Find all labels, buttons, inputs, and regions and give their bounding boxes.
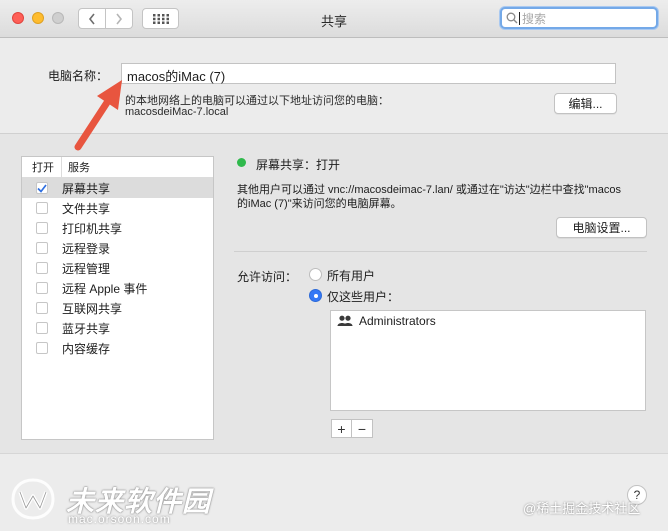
- text-caret: [519, 11, 520, 25]
- computer-name-input[interactable]: macos的iMac (7): [121, 63, 616, 84]
- remove-user-button[interactable]: −: [352, 419, 373, 438]
- service-rows: 屏幕共享文件共享打印机共享远程登录远程管理远程 Apple 事件 互联网共享蓝牙共…: [22, 178, 213, 358]
- service-row[interactable]: 屏幕共享: [22, 178, 213, 198]
- service-checkbox[interactable]: [36, 342, 48, 354]
- checkmark-icon: [37, 183, 47, 193]
- user-row[interactable]: Administrators: [331, 311, 645, 331]
- header-service: 服务: [68, 162, 90, 174]
- header-on: 打开: [22, 157, 62, 177]
- search-icon: [506, 12, 518, 24]
- service-list-header: 打开 服务: [22, 157, 213, 178]
- service-list: 打开 服务 屏幕共享文件共享打印机共享远程登录远程管理远程 Apple 事件 互联…: [21, 156, 214, 440]
- service-row[interactable]: 远程 Apple 事件: [22, 278, 213, 298]
- computer-settings-button[interactable]: 电脑设置...: [556, 217, 647, 238]
- radio-only-these-users[interactable]: [309, 289, 322, 302]
- service-label: 远程管理: [62, 261, 111, 276]
- service-label: 打印机共享: [62, 221, 123, 236]
- service-checkbox[interactable]: [36, 262, 48, 274]
- service-label: 互联网共享: [62, 301, 123, 316]
- info-text-line2: 的iMac (7)"来访问您的电脑屏幕。: [237, 198, 402, 210]
- local-address: macosdeiMac-7.local: [125, 106, 229, 118]
- group-icon: [337, 315, 353, 327]
- service-row[interactable]: 蓝牙共享: [22, 318, 213, 338]
- service-row[interactable]: 互联网共享: [22, 298, 213, 318]
- service-checkbox[interactable]: [36, 242, 48, 254]
- watermark-url: mac.orsoon.com: [68, 512, 171, 526]
- service-label: 屏幕共享: [62, 181, 111, 196]
- radio-all-users-label[interactable]: 所有用户: [327, 267, 375, 284]
- service-label: 文件共享: [62, 201, 111, 216]
- access-label: 允许访问：: [237, 270, 298, 284]
- computer-name-label: 电脑名称：: [48, 69, 109, 83]
- add-user-button[interactable]: +: [331, 419, 352, 438]
- service-label: 远程登录: [62, 241, 111, 256]
- service-label: 内容缓存: [62, 341, 111, 356]
- watermark-logo: [11, 478, 55, 520]
- service-row[interactable]: 远程管理: [22, 258, 213, 278]
- search-placeholder: 搜索: [522, 11, 547, 26]
- service-row[interactable]: 文件共享: [22, 198, 213, 218]
- users-list: Administrators: [330, 310, 646, 411]
- service-label: 远程 Apple 事件: [62, 281, 148, 296]
- service-row[interactable]: 远程登录: [22, 238, 213, 258]
- watermark-right: @稀土掘金技术社区: [523, 501, 641, 516]
- service-label: 蓝牙共享: [62, 321, 111, 336]
- service-checkbox[interactable]: [36, 322, 48, 334]
- divider: [234, 251, 647, 252]
- service-checkbox[interactable]: [36, 282, 48, 294]
- service-checkbox[interactable]: [36, 182, 48, 194]
- radio-all-users[interactable]: [309, 268, 322, 281]
- service-checkbox[interactable]: [36, 302, 48, 314]
- service-checkbox[interactable]: [36, 222, 48, 234]
- title-bar: 共享 搜索: [0, 0, 668, 38]
- service-row[interactable]: 内容缓存: [22, 338, 213, 358]
- search-field[interactable]: 搜索: [500, 7, 658, 29]
- edit-button[interactable]: 编辑...: [554, 93, 617, 114]
- status-text: 屏幕共享：打开: [256, 158, 341, 172]
- service-checkbox[interactable]: [36, 202, 48, 214]
- user-name: Administrators: [359, 314, 436, 328]
- service-row[interactable]: 打印机共享: [22, 218, 213, 238]
- status-indicator: [237, 158, 246, 167]
- radio-only-these-users-label[interactable]: 仅这些用户：: [327, 288, 399, 305]
